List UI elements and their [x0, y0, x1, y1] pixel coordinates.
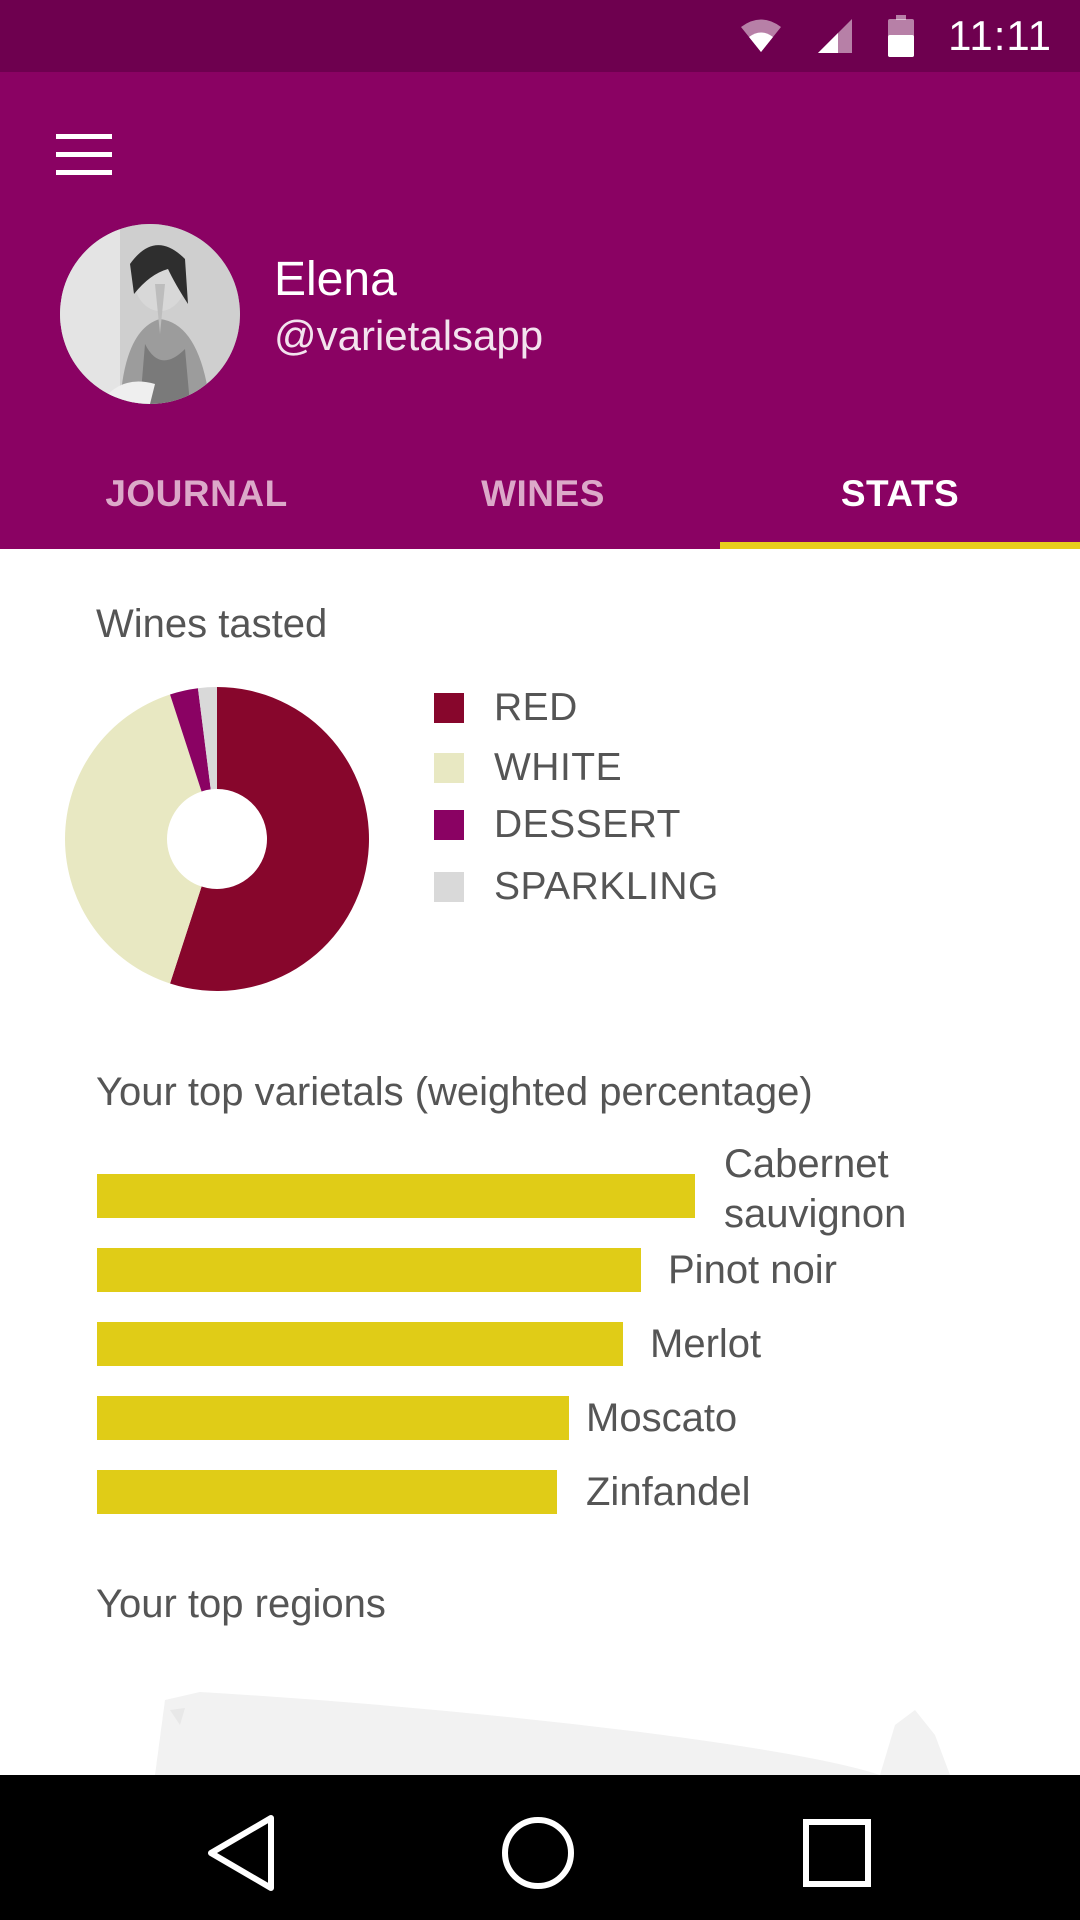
regions-map: [155, 1692, 950, 1775]
tab-stats[interactable]: STATS: [720, 439, 1080, 549]
avatar: [60, 224, 240, 404]
legend-item-sparkling: SPARKLING: [434, 865, 719, 909]
varietal-bar-moscato: [97, 1396, 570, 1440]
legend-label-sparkling: SPARKLING: [494, 865, 719, 908]
recents-icon[interactable]: [792, 1808, 882, 1898]
legend-label-red: RED: [494, 686, 578, 729]
varietal-bar-cabernet-sauvignon: [97, 1174, 695, 1218]
tab-bar: JOURNAL WINES STATS: [0, 439, 1080, 549]
home-icon[interactable]: [493, 1808, 583, 1898]
legend-swatch-dessert: [434, 810, 464, 840]
status-bar: 11:11: [0, 0, 1080, 72]
status-icons: 11:11: [740, 10, 1052, 62]
top-varietals-title: Your top varietals (weighted percentage): [96, 1070, 813, 1114]
legend-item-dessert: DESSERT: [434, 803, 681, 847]
menu-icon[interactable]: [56, 134, 112, 176]
legend-item-red: RED: [434, 686, 578, 730]
legend-label-dessert: DESSERT: [494, 803, 681, 846]
legend-swatch-white: [434, 753, 464, 783]
wines-tasted-title: Wines tasted: [96, 602, 328, 646]
tab-journal[interactable]: JOURNAL: [0, 439, 393, 549]
varietal-label-merlot: Merlot: [650, 1322, 762, 1366]
varietal-label-moscato: Moscato: [586, 1396, 738, 1440]
legend-item-white: WHITE: [434, 746, 622, 790]
varietal-label-pinot-noir: Pinot noir: [668, 1248, 837, 1292]
top-regions-title: Your top regions: [96, 1582, 386, 1626]
status-time: 11:11: [948, 12, 1052, 59]
user-handle: @varietalsapp: [274, 312, 544, 359]
wifi-icon: [741, 19, 782, 52]
back-icon[interactable]: [196, 1808, 286, 1898]
legend-swatch-sparkling: [434, 872, 464, 902]
wines-donut-chart: [65, 687, 369, 991]
battery-icon: [888, 15, 915, 57]
varietal-bar-zinfandel: [97, 1470, 558, 1514]
varietal-bar-merlot: [97, 1322, 624, 1366]
donut-slice-white: [65, 694, 202, 984]
legend-swatch-red: [434, 693, 464, 723]
legend-label-white: WHITE: [494, 746, 623, 789]
tab-indicator: [720, 542, 1080, 549]
varietal-bar-pinot-noir: [97, 1248, 642, 1292]
system-nav-bar: [0, 1775, 1080, 1920]
app-header: Elena @varietalsapp JOURNAL WINES STATS: [0, 72, 1080, 549]
user-name: Elena: [274, 253, 397, 306]
varietal-label-zinfandel: Zinfandel: [586, 1470, 751, 1514]
tab-wines[interactable]: WINES: [393, 439, 693, 549]
signal-icon: [818, 19, 853, 53]
varietal-label-cabernet-sauvignon: Cabernet sauvignon: [724, 1142, 907, 1236]
